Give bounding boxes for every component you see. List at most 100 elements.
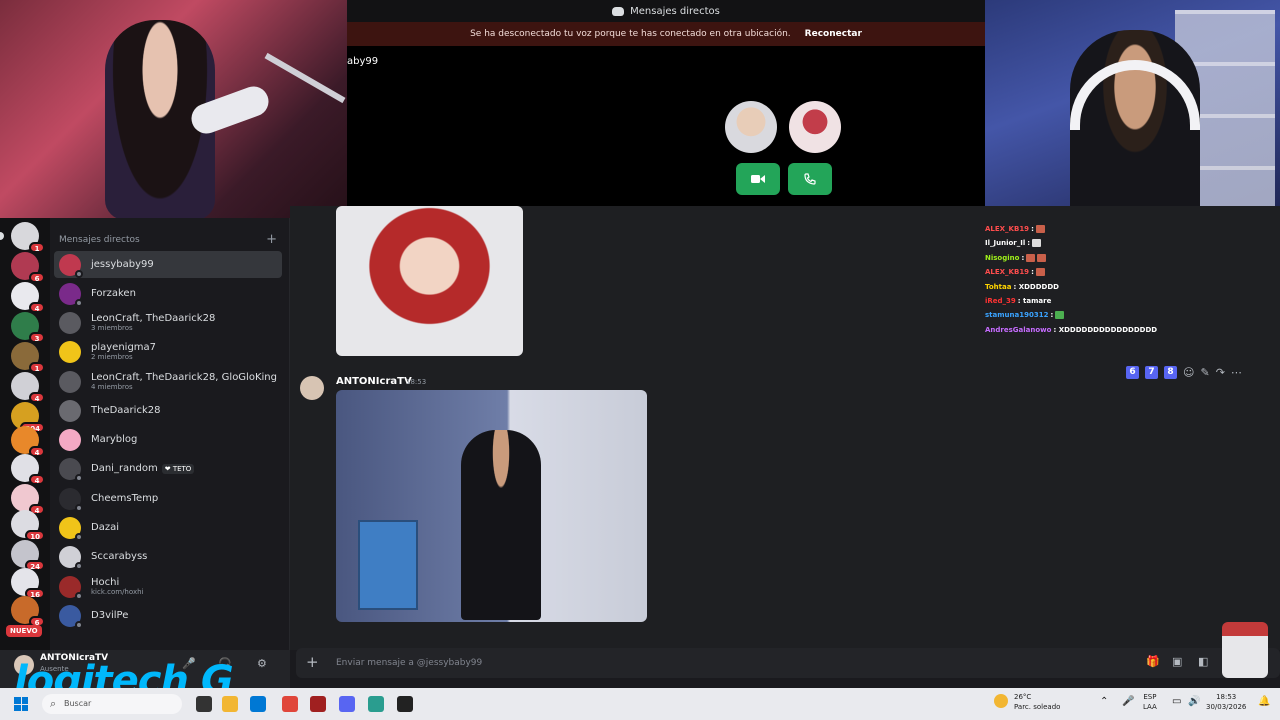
stream-chat-line: Il_Junior_Il: <box>985 236 1280 250</box>
dm-subtitle: 3 miembros <box>91 324 133 332</box>
plus-icon[interactable]: + <box>266 233 277 246</box>
avatar <box>59 604 83 629</box>
avatar <box>59 428 81 451</box>
server-icon[interactable]: 3 <box>11 312 45 343</box>
weather-widget[interactable]: 26°C Parc. soleado <box>1014 692 1060 712</box>
reconnect-button[interactable]: Reconectar <box>805 29 862 39</box>
server-icon[interactable]: 24 <box>11 540 45 571</box>
network-icon[interactable]: ▭ <box>1172 697 1181 707</box>
chat-username: Il_Junior_Il <box>985 239 1026 248</box>
obs-icon[interactable] <box>397 696 413 712</box>
avatar <box>59 311 81 334</box>
taskbar-search[interactable]: Buscar <box>42 694 182 714</box>
server-icon[interactable]: 6 <box>11 252 45 283</box>
reaction-number[interactable]: 6 <box>1126 366 1139 379</box>
dm-header-label: Mensajes directos <box>59 235 140 245</box>
dm-item[interactable]: playenigma7 2 miembros <box>54 338 282 365</box>
join-video-button[interactable] <box>736 163 780 195</box>
server-icon[interactable]: 6 <box>11 596 45 627</box>
chat-separator: : <box>1017 296 1021 305</box>
message-composer: + 🎁 ▣ ◧ <box>296 648 1280 678</box>
emote-icon <box>1037 253 1047 262</box>
join-voice-button[interactable] <box>788 163 832 195</box>
more-icon[interactable]: ⋯ <box>1231 366 1242 379</box>
call-participant-avatar[interactable] <box>725 101 777 153</box>
microphone-tray-icon[interactable]: 🎤 <box>1122 697 1134 707</box>
message-avatar[interactable] <box>300 376 324 400</box>
dm-name: Sccarabyss <box>91 551 148 562</box>
gif-icon[interactable]: ▣ <box>1172 655 1182 668</box>
server-icon[interactable]: 4 <box>11 372 45 403</box>
message-author[interactable]: ANTONIcraTV <box>336 376 412 387</box>
dm-name: Maryblog <box>91 434 138 445</box>
dm-item[interactable]: jessybaby99 <box>54 251 282 278</box>
volume-icon[interactable]: 🔊 <box>1188 697 1200 707</box>
app-icon[interactable] <box>368 696 384 712</box>
weather-temp: 26°C <box>1014 693 1032 701</box>
avatar <box>59 370 81 393</box>
server-icon[interactable]: 16 <box>11 568 45 599</box>
windows-start-icon[interactable] <box>14 697 28 711</box>
dm-item[interactable]: D3vilPe <box>54 602 282 629</box>
chevron-up-icon[interactable]: ⌃ <box>1100 697 1108 707</box>
dm-item[interactable]: CheemsTemp <box>54 485 282 512</box>
dm-name: LeonCraft, TheDaarick28, GloGloKing <box>91 372 277 383</box>
chat-username: stamuna190312 <box>985 311 1049 320</box>
dm-item[interactable]: LeonCraft, TheDaarick28, GloGloKing 4 mie… <box>54 368 282 395</box>
discord-taskbar-icon[interactable] <box>339 696 355 712</box>
dm-item[interactable]: LeonCraft, TheDaarick28 3 miembros <box>54 309 282 336</box>
server-icon[interactable]: 1 <box>11 342 45 373</box>
forward-icon[interactable]: ↷ <box>1216 366 1225 379</box>
brave-icon[interactable] <box>282 696 298 712</box>
call-participant-avatar[interactable] <box>789 101 841 153</box>
edit-icon[interactable]: ✎ <box>1200 366 1209 379</box>
avatar <box>59 487 83 512</box>
chat-separator: : <box>1050 311 1054 320</box>
notification-badge: 4 <box>29 302 45 313</box>
dm-item[interactable]: Sccarabyss <box>54 543 282 570</box>
dm-item[interactable]: Dani_random ❤ TETO <box>54 455 282 482</box>
dm-subtitle: kick.com/hoxhi <box>91 588 144 596</box>
dm-header: Mensajes directos + <box>59 233 277 246</box>
notification-badge: 1 <box>29 242 45 253</box>
message-input[interactable] <box>336 648 1116 678</box>
server-icon[interactable]: 4 <box>11 426 45 457</box>
server-icon[interactable]: 4 <box>11 282 45 313</box>
window-title: Mensajes directos <box>630 5 720 17</box>
gift-icon[interactable]: 🎁 <box>1146 655 1160 668</box>
dm-item[interactable]: Hochi kick.com/hoxhi <box>54 573 282 600</box>
weather-sun-icon[interactable] <box>994 694 1008 708</box>
dm-item[interactable]: Forzaken <box>54 280 282 307</box>
notification-icon[interactable]: 🔔 <box>1258 697 1270 707</box>
gear-icon[interactable]: ⚙ <box>257 657 267 670</box>
dm-item[interactable]: TheDaarick28 <box>54 397 282 424</box>
mic-arm <box>264 52 346 104</box>
reaction-number[interactable]: 8 <box>1164 366 1177 379</box>
language-indicator[interactable]: ESP LAA <box>1143 692 1157 712</box>
new-unreads-badge[interactable]: NUEVO <box>6 625 42 637</box>
status-indicator <box>75 473 83 482</box>
add-attachment-icon[interactable]: + <box>306 653 319 671</box>
clock[interactable]: 18:53 30/03/2026 <box>1206 692 1246 712</box>
dm-item[interactable]: Maryblog <box>54 426 282 453</box>
image-attachment[interactable] <box>336 390 647 622</box>
file-explorer-icon[interactable] <box>222 696 238 712</box>
dm-item[interactable]: Dazai <box>54 514 282 541</box>
webcam-left <box>0 0 347 218</box>
server-icon[interactable]: 1 <box>11 222 45 253</box>
language-primary: ESP <box>1143 693 1157 701</box>
server-icon[interactable]: 10 <box>11 510 45 541</box>
server-icon[interactable]: 4 <box>11 484 45 515</box>
chat-text: tamare <box>1023 296 1052 305</box>
taskbar: Buscar 26°C Parc. soleado ⌃ 🎤 ESP LAA ▭ … <box>0 688 1280 720</box>
sticker-icon[interactable]: ◧ <box>1198 655 1208 668</box>
app-icon[interactable] <box>310 696 326 712</box>
dm-subtitle: 2 miembros <box>91 353 133 361</box>
image-attachment[interactable] <box>336 206 523 356</box>
clock-date: 30/03/2026 <box>1206 703 1247 711</box>
store-icon[interactable] <box>250 696 266 712</box>
server-icon[interactable]: 4 <box>11 454 45 485</box>
reaction-number[interactable]: 7 <box>1145 366 1158 379</box>
task-view-icon[interactable] <box>196 696 212 712</box>
add-reaction-icon[interactable]: ☺ <box>1183 366 1194 379</box>
